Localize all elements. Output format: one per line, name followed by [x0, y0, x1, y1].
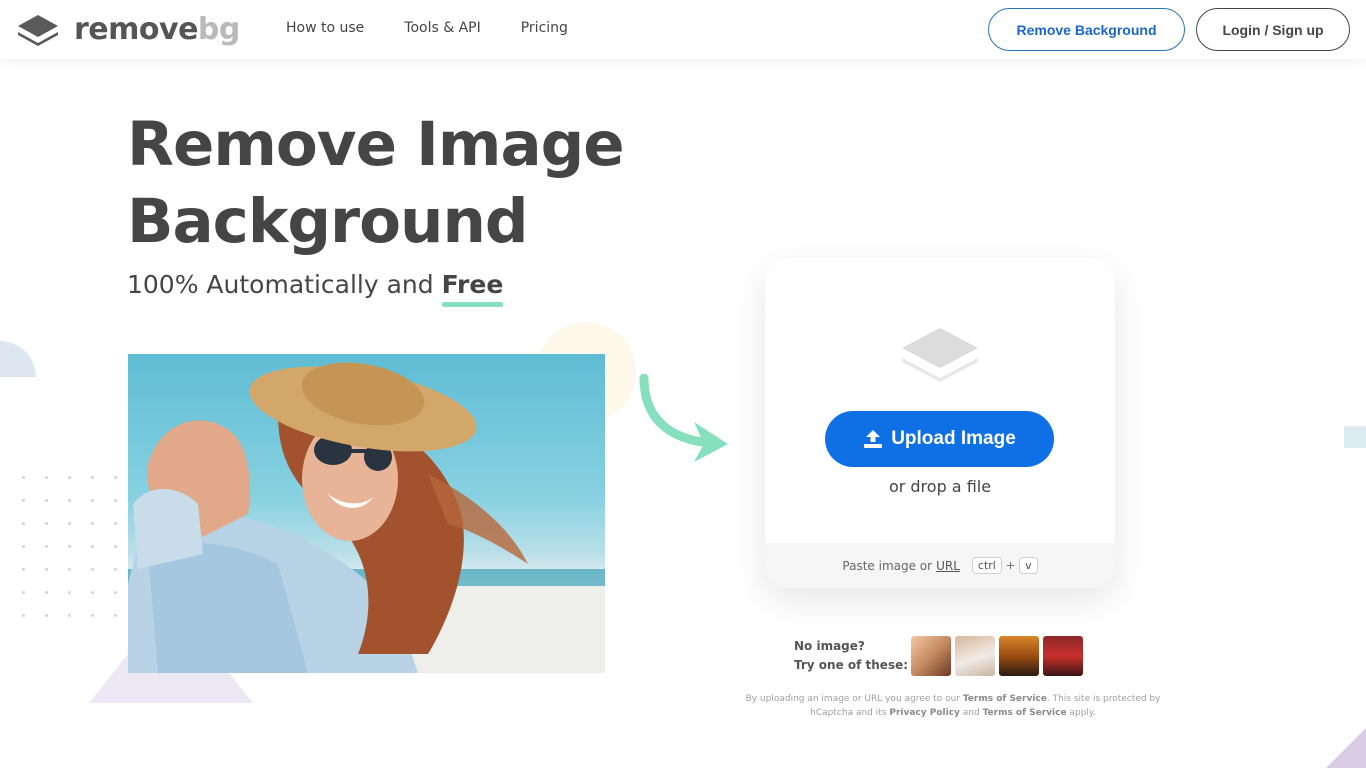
remove-background-button[interactable]: Remove Background — [988, 8, 1185, 51]
sample-image-woman[interactable] — [911, 636, 951, 676]
terms-of-service-link[interactable]: Terms of Service — [963, 694, 1047, 704]
drop-file-text: or drop a file — [888, 477, 992, 496]
decorative-dot — [91, 591, 94, 594]
decorative-dot — [45, 476, 48, 479]
decorative-dot — [45, 614, 48, 617]
decorative-dot — [45, 568, 48, 571]
decorative-dot — [22, 614, 25, 617]
decorative-dot — [22, 591, 25, 594]
upload-image-button[interactable]: Upload Image — [825, 411, 1054, 467]
decorative-dot-grid — [22, 476, 122, 622]
decorative-dot — [114, 476, 117, 479]
decorative-dot — [68, 499, 71, 502]
decorative-dot — [45, 499, 48, 502]
main-nav: How to use Tools & API Pricing — [286, 20, 608, 36]
hero-subtitle-prefix: 100% Automatically and — [127, 270, 434, 299]
decorative-dot — [114, 522, 117, 525]
decorative-dot — [114, 545, 117, 548]
nav-pricing[interactable]: Pricing — [521, 20, 568, 36]
decorative-dot — [91, 499, 94, 502]
key-plus: + — [1005, 559, 1016, 572]
terms-text-3: and — [962, 708, 980, 718]
decorative-dot — [114, 499, 117, 502]
sample-images — [911, 636, 1083, 676]
sample-image-car[interactable] — [1043, 636, 1083, 676]
paste-bar: Paste image or URL ctrl + v — [765, 543, 1115, 588]
hero-subtitle: 100% Automatically and Free — [127, 270, 504, 307]
decorative-dot — [22, 568, 25, 571]
decorative-corner-triangle — [1326, 728, 1366, 768]
decorative-half-circle — [0, 341, 36, 377]
site-header: removebg How to use Tools & API Pricing … — [0, 0, 1366, 59]
logo-text: removebg — [74, 12, 240, 47]
decorative-dot — [22, 545, 25, 548]
layers-icon — [902, 328, 978, 382]
logo[interactable]: removebg — [16, 12, 240, 48]
decorative-dot — [22, 522, 25, 525]
decorative-dot — [68, 591, 71, 594]
decorative-dot — [22, 476, 25, 479]
decorative-dot — [68, 545, 71, 548]
sample-image-phone[interactable] — [999, 636, 1039, 676]
nav-tools-api[interactable]: Tools & API — [404, 20, 480, 36]
decorative-dot — [114, 568, 117, 571]
nav-how-to-use[interactable]: How to use — [286, 20, 364, 36]
upload-card[interactable]: Upload Image or drop a file Paste image … — [765, 258, 1115, 588]
arrow-icon — [639, 374, 728, 462]
hcaptcha-terms-link[interactable]: Terms of Service — [983, 708, 1067, 718]
example-photo — [128, 354, 605, 673]
decorative-square — [1344, 426, 1366, 448]
logo-layers-icon — [18, 15, 58, 46]
sample-prompt: No image? Try one of these: — [794, 637, 908, 675]
upload-icon — [864, 430, 883, 448]
hero-title-line2: Background — [127, 186, 529, 257]
paste-prefix: Paste image or — [842, 558, 933, 573]
decorative-dot — [68, 614, 71, 617]
decorative-dot — [91, 568, 94, 571]
hero-subtitle-free: Free — [441, 270, 504, 307]
decorative-dot — [68, 476, 71, 479]
decorative-dot — [45, 545, 48, 548]
terms-text-4: apply. — [1069, 708, 1096, 718]
decorative-dot — [45, 522, 48, 525]
sample-prompt-line1: No image? — [794, 639, 865, 653]
login-signup-button[interactable]: Login / Sign up — [1196, 8, 1350, 51]
decorative-dot — [91, 614, 94, 617]
sample-prompt-line2: Try one of these: — [794, 658, 909, 672]
decorative-dot — [45, 591, 48, 594]
terms-notice: By uploading an image or URL you agree t… — [745, 692, 1161, 720]
upload-image-label: Upload Image — [891, 428, 1016, 449]
decorative-dot — [68, 522, 71, 525]
decorative-dot — [114, 614, 117, 617]
woman-photo-illustration — [128, 362, 605, 673]
decorative-dot — [91, 476, 94, 479]
hero-title: Remove Image Background — [127, 106, 687, 260]
decorative-dot — [114, 591, 117, 594]
decorative-dot — [22, 499, 25, 502]
terms-text-1: By uploading an image or URL you agree t… — [745, 694, 960, 704]
hero-title-line1: Remove Image — [127, 109, 625, 180]
decorative-dot — [91, 522, 94, 525]
decorative-dot — [91, 545, 94, 548]
privacy-policy-link[interactable]: Privacy Policy — [889, 708, 960, 718]
sample-image-puppy[interactable] — [955, 636, 995, 676]
paste-url-link[interactable]: URL — [936, 559, 960, 573]
key-ctrl: ctrl — [971, 557, 1002, 574]
decorative-dot — [68, 568, 71, 571]
key-v: v — [1019, 557, 1038, 574]
